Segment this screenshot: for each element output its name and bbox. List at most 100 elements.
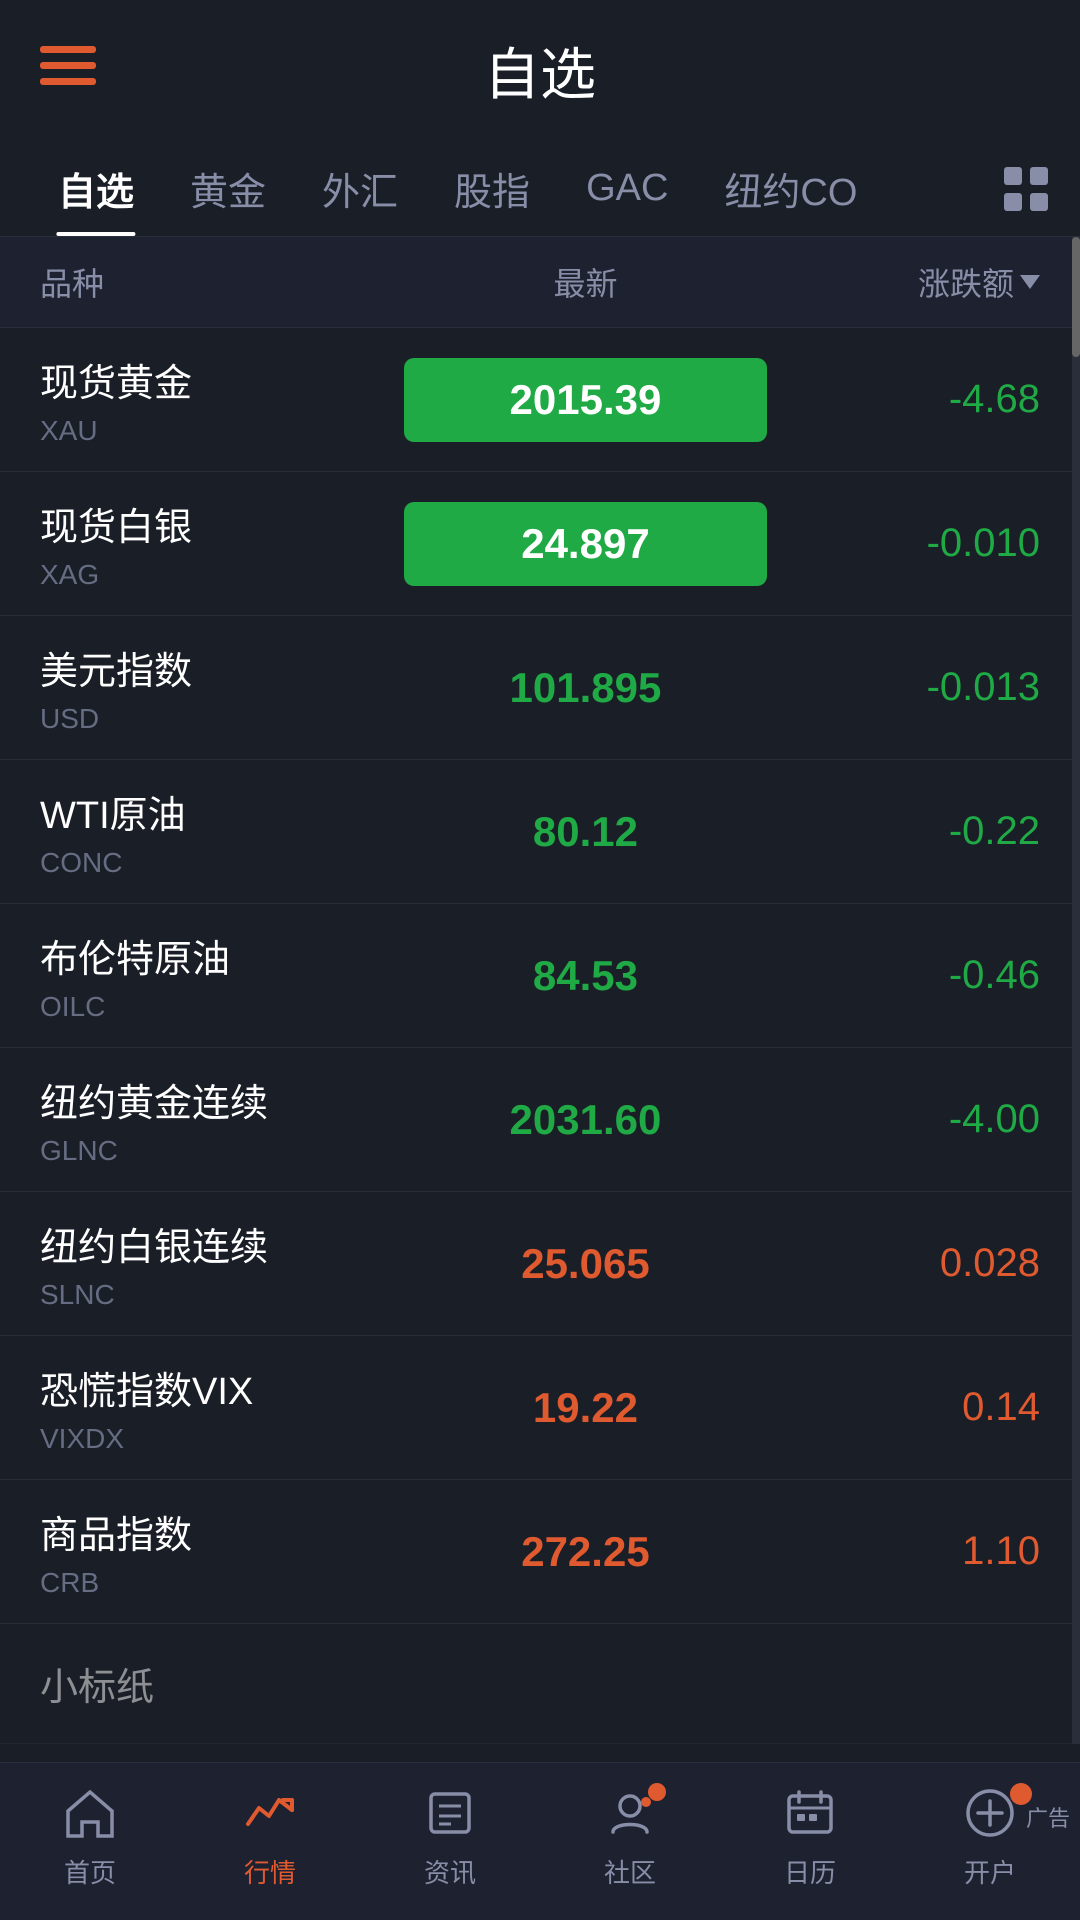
community-badge — [648, 1783, 666, 1801]
scrollbar-track[interactable] — [1072, 237, 1080, 1744]
row-name-en: CRB — [40, 1567, 404, 1599]
nav-market[interactable]: 行情 — [180, 1783, 360, 1890]
nav-open-account-label: 开户 — [964, 1853, 1016, 1890]
row-change: -4.00 — [767, 1097, 1040, 1142]
tab-bar: 自选 黄金 外汇 股指 GAC 纽约CO — [0, 141, 1080, 237]
table-row[interactable]: WTI原油 CONC 80.12 -0.22 — [0, 760, 1080, 904]
row-price-wrapper: 25.065 — [404, 1240, 768, 1288]
menu-icon[interactable] — [40, 42, 96, 99]
row-price-wrapper: 101.895 — [404, 664, 768, 712]
header: 自选 — [0, 0, 1080, 131]
row-name-cn: 布伦特原油 — [40, 928, 404, 983]
table-row[interactable]: 纽约白银连续 SLNC 25.065 0.028 — [0, 1192, 1080, 1336]
row-price-wrapper: 2031.60 — [404, 1096, 768, 1144]
nav-community-label: 社区 — [604, 1853, 656, 1890]
row-name-block: 现货白银 XAG — [40, 496, 404, 591]
row-name-en: CONC — [40, 847, 404, 879]
nav-news-label: 资讯 — [424, 1853, 476, 1890]
row-name-en: SLNC — [40, 1279, 404, 1311]
nav-news[interactable]: 资讯 — [360, 1783, 540, 1890]
row-price: 19.22 — [404, 1384, 768, 1432]
tab-waihui[interactable]: 外汇 — [294, 141, 426, 236]
row-price: 101.895 — [404, 664, 768, 712]
page-title: 自选 — [484, 30, 596, 111]
sort-triangle-icon — [1020, 275, 1040, 289]
row-name-block: 现货黄金 XAU — [40, 352, 404, 447]
table-row[interactable]: 美元指数 USD 101.895 -0.013 — [0, 616, 1080, 760]
tab-niuyueco[interactable]: 纽约CO — [696, 141, 885, 236]
home-icon — [60, 1783, 120, 1843]
row-change: -4.68 — [767, 377, 1040, 422]
row-name-block: 布伦特原油 OILC — [40, 928, 404, 1023]
table-row[interactable]: 商品指数 CRB 272.25 1.10 — [0, 1480, 1080, 1624]
row-price-wrapper: 272.25 — [404, 1528, 768, 1576]
row-name-block: WTI原油 CONC — [40, 784, 404, 879]
scrollbar-thumb[interactable] — [1072, 237, 1080, 357]
nav-community[interactable]: 社区 — [540, 1783, 720, 1890]
row-name-block: 小标纸 — [40, 1656, 1040, 1711]
row-price: 2015.39 — [404, 358, 768, 442]
row-name-block: 商品指数 CRB — [40, 1504, 404, 1599]
row-change: -0.46 — [767, 953, 1040, 998]
table-row[interactable]: 布伦特原油 OILC 84.53 -0.46 — [0, 904, 1080, 1048]
row-change: 0.028 — [767, 1241, 1040, 1286]
col-header-change: 涨跌额 — [767, 259, 1040, 305]
table-row[interactable]: 恐慌指数VIX VIXDX 19.22 0.14 — [0, 1336, 1080, 1480]
row-name-en: GLNC — [40, 1135, 404, 1167]
row-name-cn: 纽约黄金连续 — [40, 1072, 404, 1127]
row-price: 272.25 — [404, 1528, 768, 1576]
table-row[interactable]: 小标纸 — [0, 1624, 1080, 1744]
row-name-block: 恐慌指数VIX VIXDX — [40, 1360, 404, 1455]
bottom-nav: 首页 行情 资讯 — [0, 1762, 1080, 1920]
row-price-wrapper: 24.897 — [404, 502, 768, 586]
nav-calendar[interactable]: 日历 — [720, 1783, 900, 1890]
row-change: -0.013 — [767, 665, 1040, 710]
table-header: 品种 最新 涨跌额 — [0, 237, 1080, 328]
row-name-en: XAU — [40, 415, 404, 447]
row-name-en: USD — [40, 703, 404, 735]
row-name-block: 美元指数 USD — [40, 640, 404, 735]
row-name-cn: WTI原油 — [40, 784, 404, 839]
row-price-wrapper: 2015.39 — [404, 358, 768, 442]
col-header-price: 最新 — [404, 259, 768, 305]
row-name-en: XAG — [40, 559, 404, 591]
row-name-cn: 小标纸 — [40, 1656, 1040, 1711]
row-name-cn: 纽约白银连续 — [40, 1216, 404, 1271]
row-change: 0.14 — [767, 1385, 1040, 1430]
ad-label: 广告 — [1026, 1801, 1070, 1833]
row-price-wrapper: 80.12 — [404, 808, 768, 856]
row-name-cn: 商品指数 — [40, 1504, 404, 1559]
calendar-icon — [780, 1783, 840, 1843]
row-price: 2031.60 — [404, 1096, 768, 1144]
grid-view-icon[interactable] — [1002, 165, 1050, 213]
row-name-cn: 现货白银 — [40, 496, 404, 551]
market-table: 品种 最新 涨跌额 现货黄金 XAU 2015.39 -4.68 现货 — [0, 237, 1080, 1744]
nav-open-account[interactable]: 开户 广告 — [900, 1783, 1080, 1890]
tab-guzhi[interactable]: 股指 — [426, 141, 558, 236]
row-name-en: OILC — [40, 991, 404, 1023]
nav-home-label: 首页 — [64, 1853, 116, 1890]
row-change: -0.22 — [767, 809, 1040, 854]
row-price: 80.12 — [404, 808, 768, 856]
row-name-block: 纽约黄金连续 GLNC — [40, 1072, 404, 1167]
nav-calendar-label: 日历 — [784, 1853, 836, 1890]
row-price-wrapper: 84.53 — [404, 952, 768, 1000]
table-row[interactable]: 现货黄金 XAU 2015.39 -4.68 — [0, 328, 1080, 472]
nav-home[interactable]: 首页 — [0, 1783, 180, 1890]
row-name-en: VIXDX — [40, 1423, 404, 1455]
nav-market-label: 行情 — [244, 1853, 296, 1890]
market-icon — [240, 1783, 300, 1843]
row-name-cn: 现货黄金 — [40, 352, 404, 407]
col-header-name: 品种 — [40, 259, 404, 305]
row-price: 84.53 — [404, 952, 768, 1000]
tab-zixuan[interactable]: 自选 — [30, 141, 162, 236]
tab-gac[interactable]: GAC — [558, 147, 696, 230]
row-price: 25.065 — [404, 1240, 768, 1288]
row-name-block: 纽约白银连续 SLNC — [40, 1216, 404, 1311]
table-row[interactable]: 现货白银 XAG 24.897 -0.010 — [0, 472, 1080, 616]
row-name-cn: 恐慌指数VIX — [40, 1360, 404, 1415]
tab-huangjin[interactable]: 黄金 — [162, 141, 294, 236]
row-name-cn: 美元指数 — [40, 640, 404, 695]
table-row[interactable]: 纽约黄金连续 GLNC 2031.60 -4.00 — [0, 1048, 1080, 1192]
row-change: 1.10 — [767, 1529, 1040, 1574]
